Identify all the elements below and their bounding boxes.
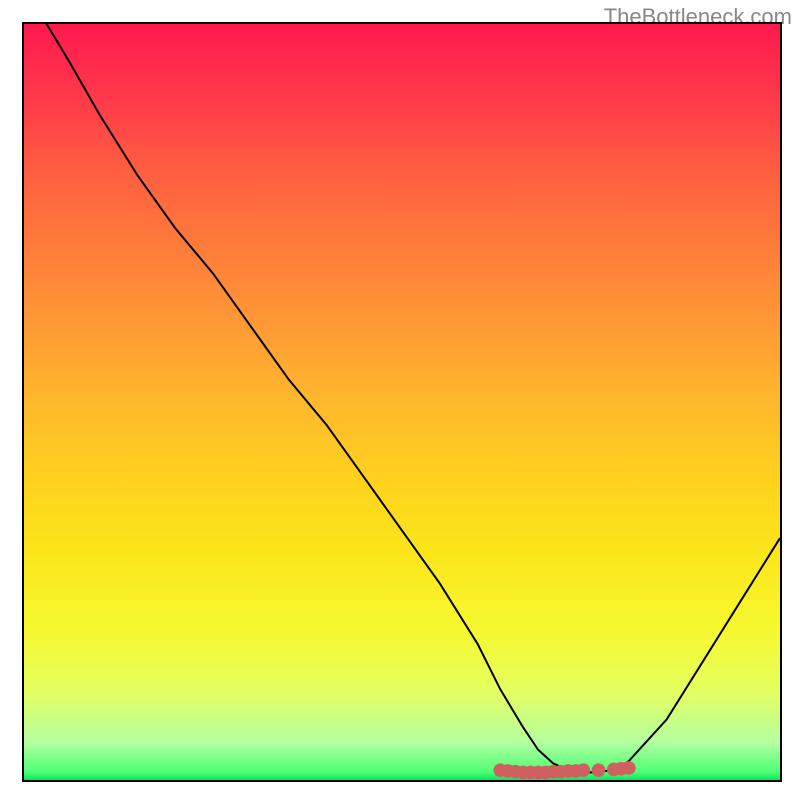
optimal-dot — [622, 761, 636, 775]
optimal-dot — [592, 763, 606, 777]
curve-svg — [24, 24, 780, 780]
plot-area — [22, 22, 782, 782]
chart-container: TheBottleneck.com — [0, 0, 800, 800]
optimal-markers — [493, 761, 635, 779]
bottleneck-curve — [24, 24, 780, 772]
optimal-dot — [577, 763, 591, 777]
